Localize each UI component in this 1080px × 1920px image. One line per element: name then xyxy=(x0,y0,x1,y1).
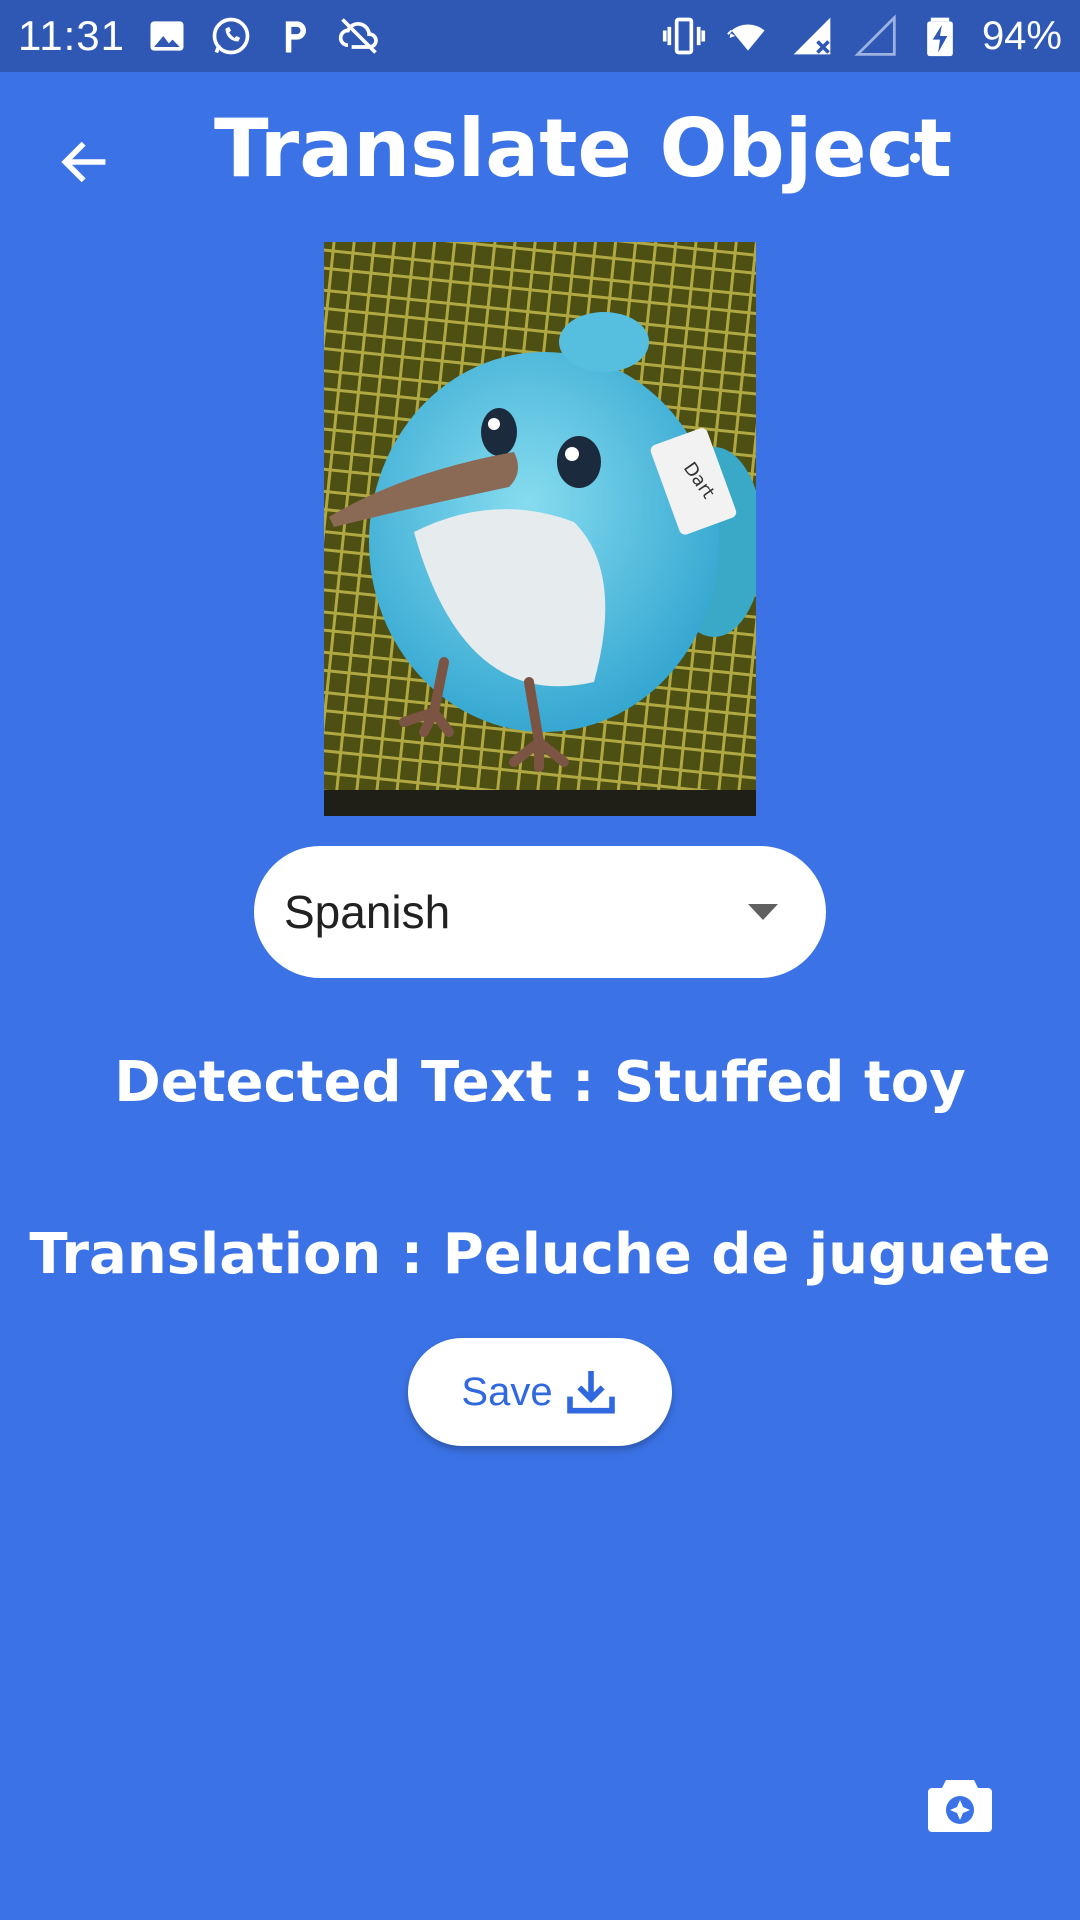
language-selected-value: Spanish xyxy=(284,886,451,938)
signal-empty-icon xyxy=(854,14,898,58)
wifi-icon xyxy=(726,14,770,58)
battery-percent: 94% xyxy=(981,13,1062,58)
back-button[interactable] xyxy=(44,122,124,202)
status-bar: 11:31 94% xyxy=(0,0,1080,72)
more-options-button[interactable] xyxy=(840,128,930,188)
camera-button[interactable] xyxy=(922,1766,998,1842)
language-dropdown[interactable]: Spanish xyxy=(254,846,826,978)
status-right: 94% xyxy=(662,14,1062,59)
camera-icon xyxy=(928,1780,992,1832)
battery-charging-icon xyxy=(918,14,962,58)
status-time: 11:31 xyxy=(18,12,125,59)
save-button-label: Save xyxy=(461,1369,553,1414)
vibrate-icon xyxy=(662,14,706,58)
signal-icon xyxy=(790,14,834,58)
gallery-icon xyxy=(145,14,189,58)
save-button[interactable]: Save xyxy=(408,1338,672,1446)
app-bar: Translate Object xyxy=(0,72,1080,240)
sync-off-icon xyxy=(337,14,381,58)
dropdown-arrow-icon xyxy=(746,902,780,922)
detected-text: Detected Text : Stuffed toy xyxy=(114,1050,966,1115)
arrow-left-icon xyxy=(61,141,106,183)
download-icon xyxy=(563,1364,619,1420)
whatsapp-icon xyxy=(209,14,253,58)
more-horizontal-icon xyxy=(850,153,920,163)
translation-text: Translation : Peluche de juguete xyxy=(29,1222,1051,1287)
captured-photo: Dart xyxy=(324,242,756,816)
status-left: 11:31 xyxy=(18,12,381,60)
parking-icon xyxy=(273,14,317,58)
stuffed-toy-image: Dart xyxy=(324,242,756,816)
